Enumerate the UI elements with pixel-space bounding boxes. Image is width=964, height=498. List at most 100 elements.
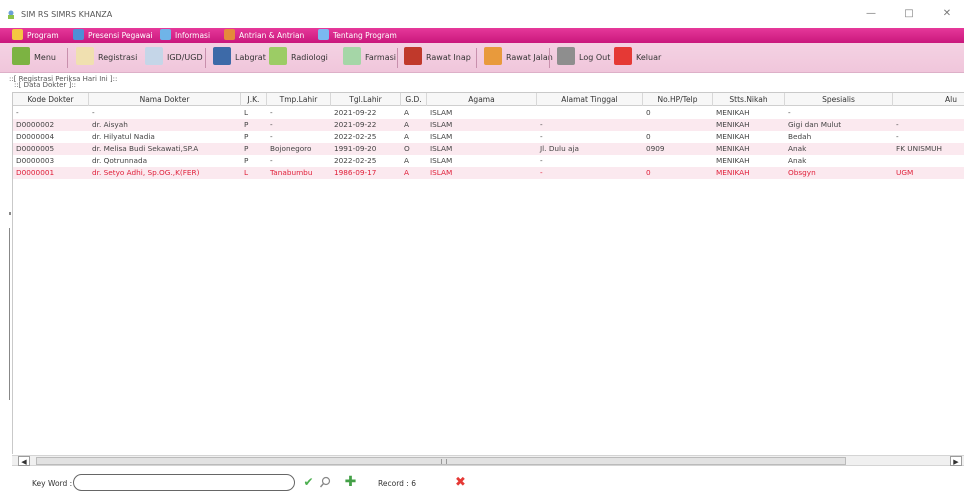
toolbar-rawat-inap-label: Rawat Inap <box>426 53 471 62</box>
table-cell <box>643 155 713 167</box>
close-icon[interactable]: ✖ <box>454 476 467 489</box>
check-icon[interactable]: ✔ <box>302 476 315 489</box>
add-icon[interactable]: ✚ <box>344 475 357 489</box>
close-button[interactable]: ✕ <box>932 6 962 22</box>
table-cell: - <box>270 108 273 117</box>
maximize-button[interactable]: □ <box>894 6 924 22</box>
header-tmp-lahir[interactable]: Tmp.Lahir <box>267 93 331 106</box>
splitter-line <box>9 228 10 400</box>
table-row[interactable]: D0000004 dr. Hilyatul Nadia P - 2022-02-25 A I… <box>13 131 964 143</box>
table-cell: D0000005 <box>16 144 55 153</box>
toolbar-rawat-jalan-button[interactable]: Rawat Jalan <box>484 43 553 73</box>
table-cell: ISLAM <box>430 144 453 153</box>
table-cell: dr. Hilyatul Nadia <box>92 132 155 141</box>
table-cell: dr. Setyo Adhi, Sp.OG.,K(FER) <box>92 168 200 177</box>
table-cell: MENIKAH <box>716 144 750 153</box>
header-alamat-tinggal[interactable]: Alamat Tinggal <box>537 93 643 106</box>
app-logo-icon <box>8 10 14 19</box>
toolbar-registrasi-button[interactable]: Registrasi <box>76 43 137 73</box>
scroll-thumb[interactable] <box>36 457 846 465</box>
table-cell: 2021-09-22 <box>334 120 377 129</box>
toolbar-logout-button[interactable]: Log Out <box>557 43 610 73</box>
toolbar-menu-button[interactable]: Menu <box>12 43 56 73</box>
inpatient-icon <box>404 47 422 65</box>
pharmacy-icon <box>343 47 361 65</box>
horizontal-scrollbar[interactable]: ◀ ▶ <box>12 455 964 466</box>
toolbar-registrasi-label: Registrasi <box>98 53 138 62</box>
toolbar-keluar-button[interactable]: Keluar <box>614 43 661 73</box>
toolbar-separator <box>549 48 550 68</box>
scroll-left-button[interactable]: ◀ <box>18 456 30 466</box>
header-tgl-lahir[interactable]: Tgl.Lahir <box>331 93 401 106</box>
header-alumni[interactable]: Alu <box>893 93 964 106</box>
toolbar-logout-label: Log Out <box>579 53 611 62</box>
minimize-button[interactable]: — <box>856 6 886 22</box>
header-no-hp[interactable]: No.HP/Telp <box>643 93 713 106</box>
table-cell: Bedah <box>788 132 812 141</box>
search-icon[interactable] <box>319 476 332 489</box>
header-jk[interactable]: J.K. <box>241 93 267 106</box>
toolbar-farmasi-button[interactable]: Farmasi <box>343 43 396 73</box>
menu-bar: Program Presensi Pegawai Informasi Antri… <box>0 28 964 43</box>
table-row[interactable]: D0000002 dr. Aisyah P - 2021-09-22 A ISLAM - MEN… <box>13 119 964 131</box>
menu-tentang-program[interactable]: Tentang Program <box>318 28 397 43</box>
table-cell: MENIKAH <box>716 168 750 177</box>
header-gd[interactable]: G.D. <box>401 93 427 106</box>
toolbar-separator <box>67 48 68 68</box>
exit-icon <box>614 47 632 65</box>
table-row[interactable]: - - L - 2021-09-22 A ISLAM 0 MENIKAH - <box>13 107 964 119</box>
menu-tentang-label: Tentang Program <box>333 31 397 40</box>
menu-informasi[interactable]: Informasi <box>160 28 210 43</box>
toolbar: Menu Registrasi IGD/UGD Labgrat Radiolog… <box>0 43 964 73</box>
toolbar-separator <box>476 48 477 68</box>
table-cell: - <box>788 108 791 117</box>
menu-informasi-label: Informasi <box>175 31 211 40</box>
menu-antrian[interactable]: Antrian & Antrian <box>224 28 304 43</box>
header-stts-nikah[interactable]: Stts.Nikah <box>713 93 785 106</box>
table-cell: - <box>896 120 899 129</box>
table-cell: Anak <box>788 144 807 153</box>
header-kode-dokter[interactable]: Kode Dokter <box>13 93 89 106</box>
people-icon <box>73 29 84 40</box>
toolbar-radiologi-label: Radiologi <box>291 53 328 62</box>
table-cell: dr. Melisa Budi Sekawati,SP.A <box>92 144 199 153</box>
table-cell: Jl. Dulu aja <box>540 144 580 153</box>
table-cell: 0 <box>646 168 651 177</box>
window-title: SIM RS SIMRS KHANZA <box>21 10 113 19</box>
table-cell: L <box>244 108 249 117</box>
toolbar-rawat-inap-button[interactable]: Rawat Inap <box>404 43 471 73</box>
table-cell: dr. Aisyah <box>92 120 128 129</box>
key-icon <box>12 29 23 40</box>
table-row[interactable]: D0000001 dr. Setyo Adhi, Sp.OG.,K(FER) L Ta… <box>13 167 964 179</box>
table-cell: MENIKAH <box>716 132 750 141</box>
toolbar-separator <box>205 48 206 68</box>
scroll-right-button[interactable]: ▶ <box>950 456 962 466</box>
toolbar-labgrat-button[interactable]: Labgrat <box>213 43 266 73</box>
table-cell: A <box>404 108 409 117</box>
header-spesialis[interactable]: Spesialis <box>785 93 893 106</box>
menu-program[interactable]: Program <box>12 28 59 43</box>
toolbar-radiologi-button[interactable]: Radiologi <box>269 43 328 73</box>
table-row[interactable]: D0000003 dr. Qotrunnada P - 2022-02-25 A ISLAM… <box>13 155 964 167</box>
toolbar-igd-button[interactable]: IGD/UGD <box>145 43 203 73</box>
table-cell <box>893 155 964 167</box>
header-agama[interactable]: Agama <box>427 93 537 106</box>
table-cell: 0 <box>646 108 651 117</box>
table-cell: O <box>404 144 410 153</box>
toolbar-keluar-label: Keluar <box>636 53 662 62</box>
keyword-input[interactable] <box>73 474 295 491</box>
table-row[interactable]: D0000005 dr. Melisa Budi Sekawati,SP.A P Bo… <box>13 143 964 155</box>
menu-presensi-pegawai[interactable]: Presensi Pegawai <box>73 28 153 43</box>
table-cell: Tanabumbu <box>270 168 313 177</box>
register-icon <box>76 47 94 65</box>
radiology-icon <box>269 47 287 65</box>
menu-antrian-label: Antrian & Antrian <box>239 31 305 40</box>
info-icon <box>160 29 171 40</box>
doctor-data-table[interactable]: Kode Dokter Nama Dokter J.K. Tmp.Lahir T… <box>12 92 964 454</box>
table-cell: 0909 <box>646 144 665 153</box>
table-cell: Gigi dan Mulut <box>788 120 842 129</box>
header-nama-dokter[interactable]: Nama Dokter <box>89 93 241 106</box>
table-cell: P <box>244 156 249 165</box>
menu-presensi-label: Presensi Pegawai <box>88 31 153 40</box>
table-cell: A <box>404 120 409 129</box>
